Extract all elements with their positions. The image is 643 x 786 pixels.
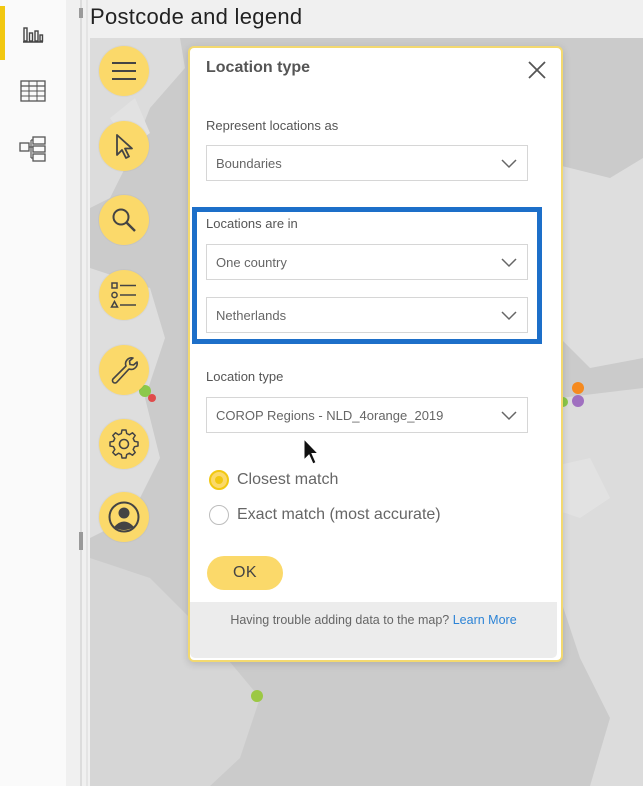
- search-icon: [112, 208, 136, 232]
- visual-border-inner: [86, 0, 88, 786]
- chevron-down-icon: [501, 258, 517, 268]
- location-type-dialog: Location type Represent locations as Bou…: [188, 46, 563, 662]
- exact-match-option[interactable]: Exact match (most accurate): [209, 501, 441, 529]
- gear-icon: [109, 429, 139, 459]
- user-icon: [108, 501, 140, 533]
- ok-button[interactable]: OK: [207, 556, 283, 590]
- settings-button[interactable]: [99, 419, 149, 469]
- exact-match-label: Exact match (most accurate): [237, 506, 441, 523]
- closest-match-label: Closest match: [237, 471, 339, 488]
- close-icon: [528, 61, 546, 79]
- select-tool-button[interactable]: [99, 121, 149, 171]
- wrench-icon: [111, 357, 138, 384]
- location-type-select[interactable]: COROP Regions - NLD_4orange_2019: [206, 397, 528, 433]
- model-view-button[interactable]: [0, 120, 66, 178]
- country-scope-value: One country: [216, 255, 287, 270]
- legend-icon: [110, 282, 136, 308]
- search-button[interactable]: [99, 195, 149, 245]
- country-select[interactable]: Netherlands: [206, 297, 528, 333]
- close-button[interactable]: [525, 58, 549, 82]
- location-type-label: Location type: [206, 369, 284, 384]
- legend-button[interactable]: [99, 270, 149, 320]
- closest-match-radio[interactable]: [209, 470, 229, 490]
- country-value: Netherlands: [216, 308, 287, 323]
- model-icon: [19, 136, 46, 162]
- visual-border-left: [80, 0, 82, 786]
- chevron-down-icon: [501, 311, 517, 321]
- exact-match-radio[interactable]: [209, 505, 229, 525]
- chevron-down-icon: [501, 411, 517, 421]
- country-scope-select[interactable]: One country: [206, 244, 528, 280]
- footer-help-text: Having trouble adding data to the map?: [230, 613, 450, 627]
- represent-locations-select[interactable]: Boundaries: [206, 145, 528, 181]
- represent-locations-value: Boundaries: [216, 156, 282, 171]
- bar-chart-icon: [23, 27, 44, 43]
- visual-title: Postcode and legend: [90, 4, 303, 29]
- closest-match-option[interactable]: Closest match: [209, 466, 338, 494]
- dialog-footer: Having trouble adding data to the map? L…: [190, 602, 557, 658]
- menu-button[interactable]: [99, 46, 149, 96]
- location-type-value: COROP Regions - NLD_4orange_2019: [216, 408, 444, 423]
- account-button[interactable]: [99, 492, 149, 542]
- table-icon: [20, 80, 46, 102]
- learn-more-link[interactable]: Learn More: [453, 613, 517, 627]
- view-rail: [0, 0, 67, 786]
- menu-icon: [112, 62, 136, 80]
- tools-button[interactable]: [99, 345, 149, 395]
- report-view-button[interactable]: [0, 4, 66, 62]
- represent-locations-label: Represent locations as: [206, 118, 339, 133]
- resize-handle-top[interactable]: [79, 8, 83, 18]
- data-view-button[interactable]: [0, 62, 66, 120]
- dialog-title: Location type: [206, 59, 311, 76]
- chevron-down-icon: [501, 159, 517, 169]
- mouse-cursor-icon: [303, 438, 320, 465]
- locations-are-in-label: Locations are in: [206, 216, 298, 231]
- pointer-icon: [116, 134, 133, 159]
- resize-handle-middle[interactable]: [79, 532, 83, 550]
